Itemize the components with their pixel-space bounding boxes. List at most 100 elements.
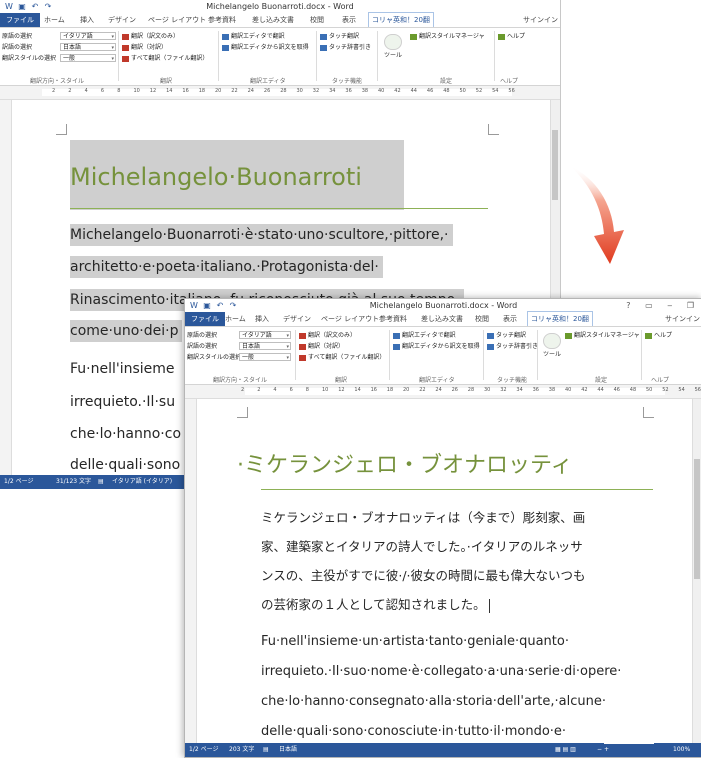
tool-button-label[interactable]: ツール	[543, 350, 561, 359]
tab-insert[interactable]: 挿入	[255, 312, 269, 326]
proofing-icon[interactable]: ▤	[263, 743, 269, 757]
paragraph-line[interactable]: 家、建築家とイタリアの詩人でした。·イタリアのルネッサ	[261, 536, 583, 558]
paragraph-line[interactable]: ミケランジェロ・ブオナロッティは（今まで）彫刻家、画	[261, 507, 585, 529]
style-manager-button[interactable]: 翻訳スタイルマネージャ	[410, 32, 485, 41]
style-select[interactable]: 一般	[60, 54, 116, 63]
paragraph-line[interactable]: delle·quali·sono·conosciute·in·tutto·il·…	[261, 721, 566, 743]
style-manager-button[interactable]: 翻訳スタイルマネージャ	[565, 331, 640, 340]
tab-references[interactable]: 参考資料	[208, 13, 236, 27]
help-icon	[498, 33, 505, 40]
style-manager-icon	[410, 33, 417, 40]
paragraph-line[interactable]: の芸術家の１人として認知されました。	[261, 594, 490, 616]
paragraph-line[interactable]: come·uno·dei·p	[70, 320, 183, 342]
tab-page-layout[interactable]: ページ レイアウト	[148, 13, 206, 27]
zoom-slider[interactable]: − +	[597, 743, 654, 757]
paragraph-line[interactable]: ンスの、主役がすでに彼·/·彼女の時間に最も偉大ないつも	[261, 565, 586, 587]
translate-file-icon	[299, 354, 306, 361]
view-buttons[interactable]: ▦ ▤ ▥	[555, 743, 576, 757]
translate-all-button[interactable]: すべて翻訳（ファイル翻訳）	[122, 54, 208, 63]
tab-mailings[interactable]: 差し込み文書	[252, 13, 294, 27]
paragraph-line[interactable]: architetto·e·poeta·italiano.·Protagonist…	[70, 256, 383, 278]
vertical-ruler[interactable]	[0, 100, 12, 475]
tab-page-layout[interactable]: ページ レイアウト	[321, 312, 379, 326]
horizontal-ruler[interactable]: 2 2 4 6 8 10 12 14 16 18 20 22 24 26 28 30 32 34 36 38 40 42 4…	[0, 86, 560, 100]
paragraph-line[interactable]: che·lo·hanno·co	[70, 423, 181, 445]
paragraph-line[interactable]: delle·quali·sono	[70, 454, 180, 476]
touch-dict-button[interactable]: タッチ辞書引き	[487, 342, 538, 351]
paragraph-line[interactable]: Michelangelo·Buonarroti·è·stato·uno·scul…	[70, 224, 453, 246]
tool-button-label[interactable]: ツール	[384, 51, 402, 60]
tab-insert[interactable]: 挿入	[80, 13, 94, 27]
tab-review[interactable]: 校閲	[310, 13, 324, 27]
vertical-scrollbar[interactable]	[692, 399, 701, 743]
touch-translate-button[interactable]: タッチ翻訳	[487, 331, 526, 340]
tab-korya-eiwa[interactable]: コリャ英和！20翻	[527, 311, 593, 326]
tab-view[interactable]: 表示	[503, 312, 517, 326]
paragraph-line[interactable]: Fu·nell'insieme·un·artista·tanto·geniale…	[261, 631, 569, 653]
translate-pair-icon	[299, 343, 306, 350]
target-lang-label: 訳語の選択	[187, 343, 218, 350]
vertical-ruler[interactable]	[185, 399, 197, 743]
language-indicator[interactable]: イタリア語 (イタリア)	[112, 475, 172, 489]
tab-view[interactable]: 表示	[342, 13, 356, 27]
editor-get-button[interactable]: 翻訳エディタから訳文を取得	[222, 43, 309, 52]
horizontal-ruler[interactable]: 2 2 4 6 8 10 12 14 16 18 20 22 24 26 28 30 32 34 36 38 40 42 4…	[185, 385, 701, 399]
paragraph-line[interactable]: irrequieto.·Il·suo·nome·è·collegato·a·un…	[261, 661, 621, 683]
tab-references[interactable]: 参考資料	[379, 312, 407, 326]
ruler-number: 46	[426, 88, 434, 94]
zoom-level[interactable]: 100%	[673, 743, 690, 757]
scrollbar-thumb[interactable]	[694, 459, 700, 579]
target-lang-select[interactable]: 日本語	[239, 342, 291, 351]
tab-design[interactable]: デザイン	[283, 312, 311, 326]
editor-get-button[interactable]: 翻訳エディタから訳文を取得	[393, 342, 480, 351]
paragraph-line[interactable]: irrequieto.·Il·su	[70, 391, 175, 413]
language-indicator[interactable]: 日本語	[279, 743, 297, 757]
translate-only-button[interactable]: 翻訳（訳文のみ）	[299, 331, 356, 340]
paragraph-line[interactable]: Fu·nell'insieme	[70, 358, 175, 380]
help-button[interactable]: ヘルプ	[645, 331, 672, 340]
editor-translate-button[interactable]: 翻訳エディタで翻訳	[393, 331, 456, 340]
ruler-number: 28	[467, 387, 475, 393]
tab-design[interactable]: デザイン	[108, 13, 136, 27]
document-canvas[interactable]: ·ミケランジェロ・ブオナロッティ ミケランジェロ・ブオナロッティは（今まで）彫刻…	[197, 399, 692, 757]
help-button[interactable]: ヘルプ	[498, 32, 525, 41]
scrollbar-thumb[interactable]	[552, 130, 558, 200]
group-label-settings: 設定	[595, 377, 608, 384]
source-lang-select[interactable]: イタリア語	[239, 331, 291, 340]
window-controls[interactable]: ? ▭ ‒ ❐	[626, 299, 700, 312]
word-count[interactable]: 203 文字	[229, 743, 254, 757]
group-separator	[483, 330, 484, 380]
tab-home[interactable]: ホーム	[44, 13, 65, 27]
style-label: 翻訳スタイルの選択	[187, 354, 242, 361]
editor-translate-button[interactable]: 翻訳エディタで翻訳	[222, 32, 285, 41]
page-indicator[interactable]: 1/2 ページ	[4, 475, 33, 489]
tab-review[interactable]: 校閲	[475, 312, 489, 326]
tab-home[interactable]: ホーム	[225, 312, 246, 326]
tool-icon[interactable]	[543, 333, 561, 349]
touch-translate-button[interactable]: タッチ翻訳	[320, 32, 359, 41]
tab-file[interactable]: ファイル	[185, 312, 225, 326]
translate-pair-button[interactable]: 翻訳（対訳）	[299, 342, 344, 351]
ruler-number: 14	[166, 88, 173, 94]
document-heading[interactable]: ·ミケランジェロ・ブオナロッティ	[237, 451, 573, 481]
paragraph-line[interactable]: che·lo·hanno·consegnato·alla·storia·dell…	[261, 691, 606, 713]
tab-mailings[interactable]: 差し込み文書	[421, 312, 463, 326]
translate-pair-button[interactable]: 翻訳（対訳）	[122, 43, 167, 52]
tab-korya-eiwa[interactable]: コリャ英和！20翻	[368, 12, 434, 27]
proofing-icon[interactable]: ▤	[98, 475, 104, 489]
word-count[interactable]: 31/123 文字	[56, 475, 91, 489]
signin-link[interactable]: サインイン	[665, 312, 700, 326]
translate-only-button[interactable]: 翻訳（訳文のみ）	[122, 32, 179, 41]
style-select[interactable]: 一般	[239, 353, 291, 362]
tab-file[interactable]: ファイル	[0, 13, 40, 27]
touch-icon	[487, 332, 494, 339]
translate-all-button[interactable]: すべて翻訳（ファイル翻訳）	[299, 353, 385, 362]
signin-link[interactable]: サインイン	[523, 13, 558, 27]
source-lang-select[interactable]: イタリア語	[60, 32, 116, 41]
document-page[interactable]: ·ミケランジェロ・ブオナロッティ ミケランジェロ・ブオナロッティは（今まで）彫刻…	[225, 403, 665, 757]
page-indicator[interactable]: 1/2 ページ	[189, 743, 218, 757]
document-heading[interactable]: Michelangelo·Buonarroti	[70, 140, 404, 210]
tool-icon[interactable]	[384, 34, 402, 50]
target-lang-select[interactable]: 日本語	[60, 43, 116, 52]
touch-dict-button[interactable]: タッチ辞書引き	[320, 43, 371, 52]
